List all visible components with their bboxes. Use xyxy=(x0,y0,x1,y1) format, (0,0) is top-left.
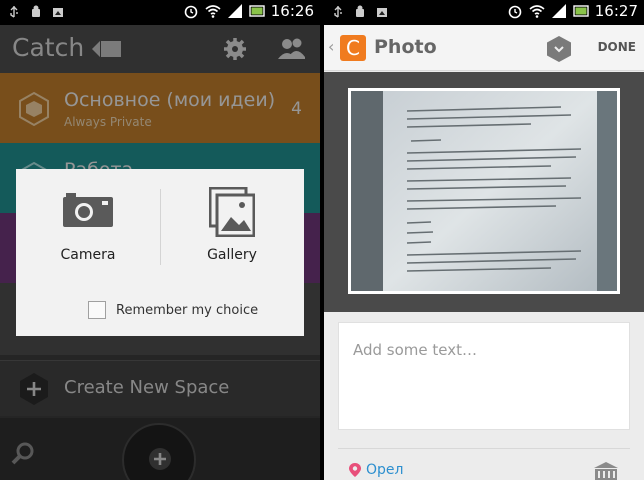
battery-icon xyxy=(249,5,265,17)
done-button[interactable]: DONE xyxy=(598,40,636,54)
alarm-icon xyxy=(184,5,198,19)
location-divider xyxy=(338,448,630,449)
note-text-field[interactable]: Add some text… xyxy=(338,322,630,430)
photo-screen: 16:27 ‹ C Photo DONE Add some text… Орел xyxy=(324,0,644,480)
remember-label: Remember my choice xyxy=(116,302,259,318)
android-debug-icon xyxy=(356,5,364,17)
space-selector-icon[interactable] xyxy=(546,35,572,63)
gallery-icon xyxy=(209,187,255,237)
location-text: Орел xyxy=(366,462,404,478)
wifi-icon xyxy=(205,5,221,18)
photo-preview[interactable] xyxy=(348,88,620,294)
back-chevron-icon[interactable]: ‹ xyxy=(328,37,334,56)
app-badge[interactable]: C xyxy=(340,35,366,61)
battery-icon xyxy=(573,5,589,17)
gallery-option[interactable]: Gallery xyxy=(160,187,304,287)
signal-icon xyxy=(551,4,566,18)
camera-label: Camera xyxy=(60,247,116,263)
camera-icon xyxy=(63,193,113,227)
document-photo xyxy=(351,91,617,291)
wifi-icon xyxy=(529,5,545,18)
camera-option[interactable]: Camera xyxy=(16,187,160,287)
location-row[interactable]: Орел xyxy=(348,462,403,478)
signal-icon xyxy=(227,4,242,18)
photo-title: Photo xyxy=(374,36,437,58)
remember-choice[interactable]: Remember my choice xyxy=(88,301,258,319)
location-pin-icon xyxy=(349,463,361,477)
remember-checkbox[interactable] xyxy=(88,301,106,319)
status-time: 16:26 xyxy=(270,2,314,20)
photo-header: ‹ C Photo DONE xyxy=(324,25,644,71)
usb-icon xyxy=(334,6,342,18)
status-time: 16:27 xyxy=(594,2,638,20)
usb-icon xyxy=(10,6,18,18)
alarm-icon xyxy=(508,5,522,19)
status-bar: 16:26 xyxy=(0,0,320,25)
building-icon[interactable] xyxy=(592,460,620,480)
gallery-label: Gallery xyxy=(207,247,257,263)
photo-preview-area xyxy=(324,72,644,312)
android-debug-icon xyxy=(32,5,40,17)
screens: 16:26 Catch Основное (мои идеи) Always P… xyxy=(0,0,644,480)
status-bar: 16:27 xyxy=(324,0,644,25)
media-chooser-dialog: Camera Gallery Remember my choice xyxy=(16,169,304,336)
gallery-notification-icon xyxy=(53,8,63,17)
gallery-notification-icon xyxy=(377,8,387,17)
catch-screen: 16:26 Catch Основное (мои идеи) Always P… xyxy=(0,0,320,480)
note-text-placeholder: Add some text… xyxy=(353,341,478,359)
